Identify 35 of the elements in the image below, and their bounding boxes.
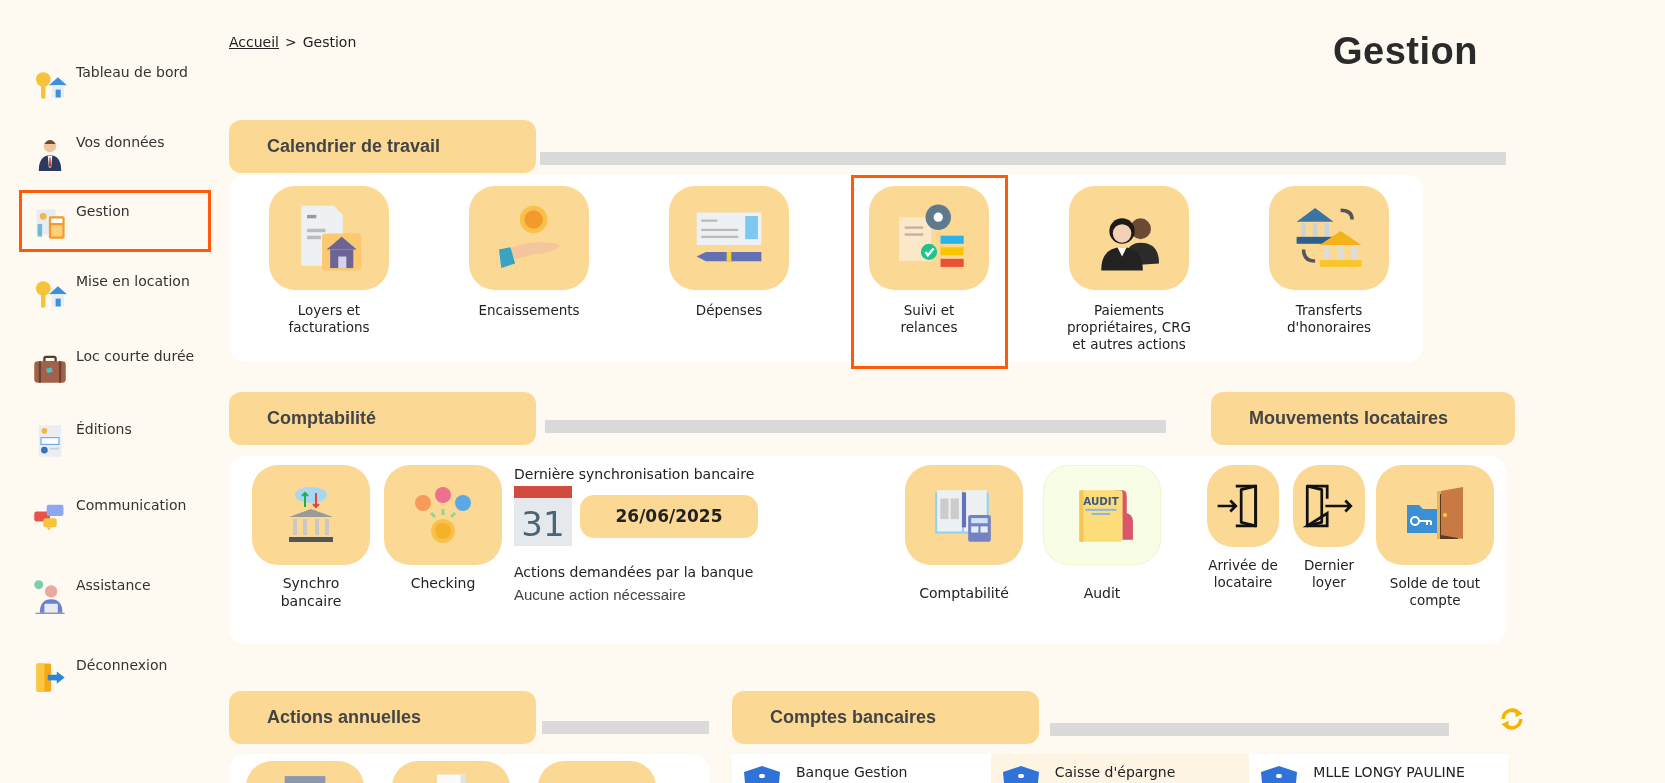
sync-date: 26/06/2025 — [580, 494, 758, 538]
menu-tile[interactable]: Transferts d'honoraires — [1250, 175, 1408, 369]
section-header: Actions annuelles — [229, 691, 536, 744]
section-header: Calendrier de travail — [229, 120, 536, 173]
breadcrumb-current: Gestion — [302, 34, 357, 50]
sidebar-item[interactable]: Assistance — [19, 564, 211, 626]
support-agent-icon — [32, 579, 68, 615]
menu-tile[interactable]: Loyers et facturations — [250, 175, 408, 369]
bank-account[interactable]: Caisse d'épargne — [990, 754, 1250, 783]
sidebar-item[interactable]: Vos données — [19, 121, 211, 183]
sidebar-item[interactable]: Éditions — [19, 408, 211, 470]
sidebar-item[interactable]: Tableau de bord — [19, 51, 211, 113]
bank-account[interactable]: Banque Gestion — [732, 754, 991, 783]
section-header: Comptabilité — [229, 392, 536, 445]
sidebar-item[interactable]: Déconnexion — [19, 644, 211, 706]
calendar-icon: 31 — [514, 486, 572, 546]
bank-account[interactable]: MLLE LONGY PAULINE — [1249, 754, 1508, 783]
breadcrumb-link[interactable]: Accueil — [229, 34, 279, 50]
actions-label: Actions demandées par la banque — [514, 564, 755, 580]
sync-label: Dernière synchronisation bancaire — [514, 466, 756, 482]
breadcrumb-separator: > — [285, 34, 297, 50]
menu-tile[interactable]: Dépenses — [650, 175, 808, 369]
section-header: Mouvements locataires — [1211, 392, 1515, 445]
sidebar-item[interactable]: Gestion — [19, 190, 211, 252]
sidebar-item[interactable]: Communication — [19, 484, 211, 546]
menu-tile[interactable]: Suivi et relances — [850, 175, 1008, 369]
menu-tile[interactable]: Arrivée de locataire — [1200, 456, 1286, 594]
page-title: Gestion — [1333, 30, 1478, 73]
menu-tile[interactable]: Dernier loyer — [1286, 456, 1372, 594]
sidebar-item[interactable]: Loc courte durée — [19, 335, 211, 397]
sidebar-item[interactable]: Mise en location — [19, 260, 211, 322]
actions-status: Aucune action nécessaire — [514, 586, 687, 603]
menu-tile[interactable]: Paiements propriétaires, CRG et autres actions — [1050, 175, 1208, 369]
menu-tile[interactable]: Encaissements — [450, 175, 608, 369]
section-header: Comptes bancaires — [732, 691, 1039, 744]
